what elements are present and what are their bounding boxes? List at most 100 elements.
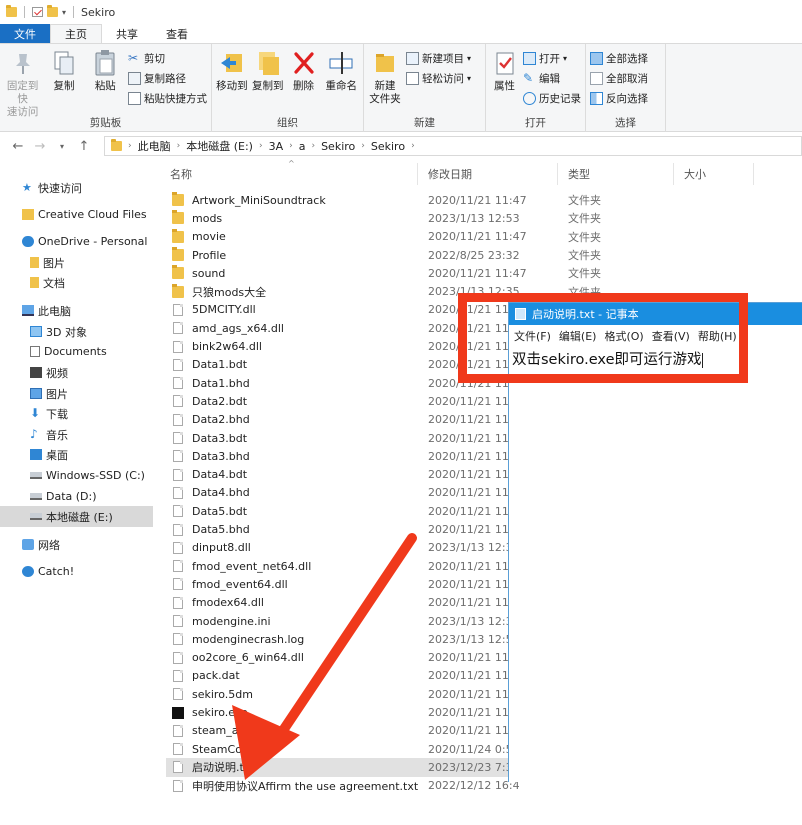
file-icon xyxy=(173,596,183,609)
file-row[interactable]: 只狼mods大全 2023/1/13 12:35 文件夹 xyxy=(166,283,602,301)
file-icon xyxy=(173,651,183,664)
file-row[interactable]: Profile 2022/8/25 23:32 文件夹 xyxy=(166,246,602,264)
nav-drive-d[interactable]: Data (D:) xyxy=(0,486,153,507)
clipboard-group: 固定到快 速访问 复制 粘贴 ✂ 剪切 复制路径 粘贴快捷方式 剪贴板 xyxy=(0,44,212,132)
notepad-menu-edit[interactable]: 编辑(E) xyxy=(559,328,597,344)
nav-onedrive-pictures[interactable]: 图片 xyxy=(0,252,153,273)
file-icon xyxy=(173,578,183,591)
tab-home[interactable]: 主页 xyxy=(50,24,102,43)
nav-downloads[interactable]: ⬇ 下载 xyxy=(0,403,153,424)
nav-onedrive[interactable]: OneDrive - Personal xyxy=(0,231,153,252)
notepad-menu-format[interactable]: 格式(O) xyxy=(604,328,643,344)
file-type: 文件夹 xyxy=(568,285,601,299)
folder-icon xyxy=(6,5,17,17)
file-name: Profile xyxy=(192,248,227,262)
copy-path-button[interactable]: 复制路径 xyxy=(127,70,207,86)
file-row[interactable]: movie 2020/11/21 11:47 文件夹 xyxy=(166,228,602,246)
nav-3d-objects[interactable]: 3D 对象 xyxy=(0,321,153,342)
open-button[interactable]: 打开 ▾ xyxy=(523,50,581,66)
invert-selection-button[interactable]: 反向选择 xyxy=(590,90,648,106)
up-arrow-icon[interactable]: ↑ xyxy=(76,139,92,154)
properties-check-icon[interactable] xyxy=(32,7,43,17)
select-all-icon xyxy=(590,51,603,65)
nav-label: 图片 xyxy=(46,387,68,401)
history-label: 历史记录 xyxy=(539,92,581,105)
nav-this-pc[interactable]: 此电脑 xyxy=(0,300,153,321)
select-all-button[interactable]: 全部选择 xyxy=(590,50,648,66)
column-header-type[interactable]: 类型 xyxy=(558,163,674,185)
nav-quick-access[interactable]: ★ 快速访问 xyxy=(0,177,153,198)
edit-button[interactable]: ✎ 编辑 xyxy=(523,70,581,86)
breadcrumb-this-pc[interactable]: 此电脑 xyxy=(138,138,171,154)
paste-shortcut-button[interactable]: 粘贴快捷方式 xyxy=(127,90,207,106)
notepad-menu-view[interactable]: 查看(V) xyxy=(652,328,690,344)
file-row[interactable]: sound 2020/11/21 11:47 文件夹 xyxy=(166,264,602,282)
nav-network[interactable]: 网络 xyxy=(0,534,153,555)
file-row[interactable]: Artwork_MiniSoundtrack 2020/11/21 11:47 文件… xyxy=(166,191,602,209)
notepad-menu-help[interactable]: 帮助(H) xyxy=(698,328,737,344)
scissors-icon: ✂ xyxy=(127,50,139,65)
notepad-window[interactable]: 启动说明.txt - 记事本 文件(F) 编辑(E) 格式(O) 查看(V) 帮… xyxy=(508,302,802,782)
recent-locations-chevron-icon[interactable]: ▾ xyxy=(54,142,70,151)
select-none-button[interactable]: 全部取消 xyxy=(590,70,648,86)
easy-access-button[interactable]: 轻松访问 ▾ xyxy=(406,70,471,86)
nav-catch[interactable]: Catch! xyxy=(0,561,153,582)
column-date-label: 修改日期 xyxy=(428,168,472,181)
file-icon xyxy=(173,358,183,371)
copy-to-icon xyxy=(258,52,279,75)
breadcrumb-drive-e[interactable]: 本地磁盘 (E:) xyxy=(186,138,253,154)
file-name: 启动说明.txt xyxy=(192,761,255,775)
cloud-icon xyxy=(22,236,34,247)
breadcrumb-sekiro[interactable]: Sekiro xyxy=(321,140,355,153)
nav-drive-c[interactable]: Windows-SSD (C:) xyxy=(0,465,153,486)
file-type: 文件夹 xyxy=(568,194,601,208)
file-name: fmod_event64.dll xyxy=(192,577,288,591)
address-bar[interactable]: › 此电脑 › 本地磁盘 (E:) › 3A › a › Sekiro › Se… xyxy=(104,136,802,156)
breadcrumb-3a[interactable]: 3A xyxy=(269,140,284,153)
notepad-menu-file[interactable]: 文件(F) xyxy=(514,328,551,344)
copy-label: 复制 xyxy=(53,80,75,92)
breadcrumb-sekiro-current[interactable]: Sekiro xyxy=(371,140,405,153)
tab-share[interactable]: 共享 xyxy=(102,24,152,43)
nav-pictures[interactable]: 图片 xyxy=(0,383,153,404)
file-name: Data5.bhd xyxy=(192,523,250,537)
breadcrumb-a[interactable]: a xyxy=(299,140,306,153)
new-group: 新建 文件夹 新建项目 ▾ 轻松访问 ▾ 新建 xyxy=(364,44,486,132)
history-button[interactable]: 历史记录 xyxy=(523,90,581,106)
file-date: 2023/1/13 12:35 xyxy=(428,285,520,299)
cut-button[interactable]: ✂ 剪切 xyxy=(128,50,207,66)
new-folder-icon[interactable] xyxy=(47,5,58,17)
file-icon xyxy=(173,541,183,554)
quick-access-toolbar-dropdown-icon[interactable]: ▾ xyxy=(62,8,66,17)
column-header-size[interactable]: 大小 xyxy=(674,163,754,185)
notepad-title-bar[interactable]: 启动说明.txt - 记事本 xyxy=(509,303,802,325)
nav-creative-cloud[interactable]: Creative Cloud Files xyxy=(0,204,153,225)
tab-view[interactable]: 查看 xyxy=(152,24,202,43)
nav-drive-e[interactable]: 本地磁盘 (E:) xyxy=(0,506,153,527)
nav-music[interactable]: ♪ 音乐 xyxy=(0,424,153,445)
forward-arrow-icon[interactable]: → xyxy=(32,139,48,154)
nav-desktop[interactable]: 桌面 xyxy=(0,444,153,465)
file-name: Data4.bdt xyxy=(192,468,248,482)
nav-videos[interactable]: 视频 xyxy=(0,362,153,383)
folder-icon xyxy=(172,228,184,243)
back-arrow-icon[interactable]: ← xyxy=(10,139,26,154)
clipboard-group-label: 剪贴板 xyxy=(89,117,122,129)
text-cursor xyxy=(701,352,703,368)
column-name-label: 名称 xyxy=(170,168,192,181)
nav-documents[interactable]: Documents xyxy=(0,341,153,362)
notepad-text-area[interactable]: 双击sekiro.exe即可运行游戏 xyxy=(509,345,802,372)
properties-icon xyxy=(496,52,513,75)
tab-file[interactable]: 文件 xyxy=(0,24,50,43)
new-item-button[interactable]: 新建项目 ▾ xyxy=(406,50,471,66)
column-header-date[interactable]: 修改日期 xyxy=(418,163,558,185)
file-row[interactable]: mods 2023/1/13 12:53 文件夹 xyxy=(166,209,602,227)
nav-label: OneDrive - Personal xyxy=(38,235,148,248)
file-name: amd_ags_x64.dll xyxy=(192,321,284,335)
chevron-down-icon: ▾ xyxy=(467,53,472,63)
nav-onedrive-documents[interactable]: 文档 xyxy=(0,272,153,293)
drive-icon xyxy=(30,493,42,500)
file-name: mods xyxy=(192,211,223,225)
file-name: 只狼mods大全 xyxy=(192,285,267,299)
file-type: 文件夹 xyxy=(568,267,601,281)
